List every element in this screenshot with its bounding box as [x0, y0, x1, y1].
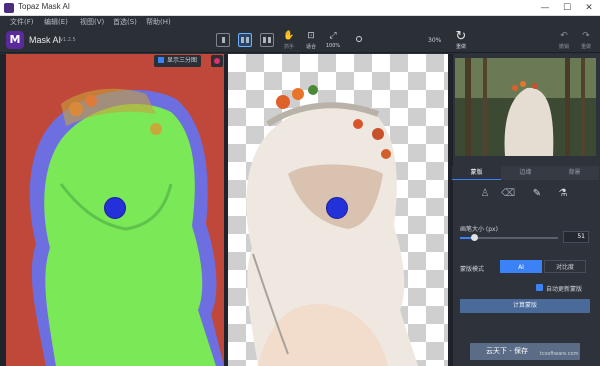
trimap-label: 显示三分图	[167, 57, 198, 64]
mask-view[interactable]	[6, 54, 224, 366]
undo-icon[interactable]: ↶	[553, 31, 575, 41]
brush-size-slider-knob[interactable]	[471, 234, 478, 241]
menu-edit[interactable]: 编辑(E)	[44, 17, 68, 27]
zoom-value: 30%	[428, 37, 442, 44]
app-logo: M	[6, 31, 24, 49]
compute-mask-button[interactable]: 计算蒙版	[460, 299, 590, 313]
close-button[interactable]: ✕	[578, 0, 600, 16]
minimize-button[interactable]: —	[534, 0, 556, 16]
watermark: tcsoftware.com	[540, 351, 579, 357]
tab-background[interactable]: 背景	[550, 166, 599, 180]
remove-brush-icon[interactable]: ⌫	[501, 187, 515, 201]
actual-size-icon[interactable]: ⤢	[322, 31, 344, 41]
single-view-icon[interactable]	[216, 33, 230, 47]
mode-contrast-button[interactable]: 对比度	[544, 260, 586, 273]
actual-size-label: 100%	[325, 43, 341, 49]
keep-brush-icon[interactable]: ♙	[478, 187, 492, 201]
undo-label: 撤销	[558, 44, 569, 50]
eyedropper-icon[interactable]: ⚗	[556, 187, 570, 201]
app-icon	[4, 3, 14, 13]
menu-help[interactable]: 帮助(H)	[146, 17, 171, 27]
zoom-slider-knob[interactable]	[356, 36, 362, 42]
menu-bar: 文件(F) 编辑(E) 视图(V) 首选(S) 帮助(H)	[0, 16, 600, 28]
tab-edge[interactable]: 边缘	[501, 166, 550, 180]
panel-tabs: 蒙版 边缘 背景	[452, 166, 600, 180]
hand-tool-icon[interactable]: ✋	[278, 31, 300, 41]
menu-file[interactable]: 文件(F)	[10, 17, 34, 27]
hand-tool-label: 抓手	[283, 44, 294, 50]
redo-label: 重做	[580, 44, 591, 50]
refresh-icon[interactable]: ↻	[450, 29, 472, 44]
title-bar: Topaz Mask AI — ☐ ✕	[0, 0, 600, 16]
app-name: Mask AI	[29, 35, 62, 45]
brush-size-label: 画笔大小 (px)	[460, 226, 498, 233]
side-by-side-view-icon[interactable]	[238, 33, 252, 47]
menu-view[interactable]: 视图(V)	[80, 17, 104, 27]
mask-mode-label: 蒙版模式	[460, 266, 485, 273]
mode-ai-button[interactable]: AI	[500, 260, 542, 273]
tab-mask[interactable]: 蒙版	[452, 166, 501, 180]
brush-size-input[interactable]: 51	[563, 231, 589, 243]
auto-update-checkbox[interactable]	[536, 284, 543, 291]
navigator-image	[455, 58, 596, 156]
trimap-checkbox-icon	[158, 57, 164, 63]
brush-cursor-result	[326, 197, 348, 219]
split-view-icon[interactable]	[260, 33, 274, 47]
app-version: v1.2.5	[60, 37, 76, 43]
show-trimap-toggle[interactable]: 显示三分图	[154, 55, 202, 67]
auto-update-label: 自动更新蒙版	[546, 286, 583, 293]
refresh-label: 重做	[455, 44, 466, 50]
bg-color-swatch[interactable]	[211, 55, 223, 67]
toolbar: M Mask AI v1.2.5 ✋ 抓手 ⊡ 适合 ⤢ 100% ↻ 重做 ↶…	[0, 28, 600, 53]
brush-cursor	[104, 197, 126, 219]
navigator-preview[interactable]	[455, 58, 596, 156]
maximize-button[interactable]: ☐	[556, 0, 578, 16]
brush-icon[interactable]: ✎	[530, 187, 544, 201]
fit-icon[interactable]: ⊡	[300, 31, 322, 41]
result-view[interactable]	[228, 54, 448, 366]
fit-label: 适合	[305, 44, 316, 50]
menu-preferences[interactable]: 首选(S)	[113, 17, 137, 27]
redo-icon[interactable]: ↷	[575, 31, 597, 41]
window-title: Topaz Mask AI	[18, 2, 71, 11]
